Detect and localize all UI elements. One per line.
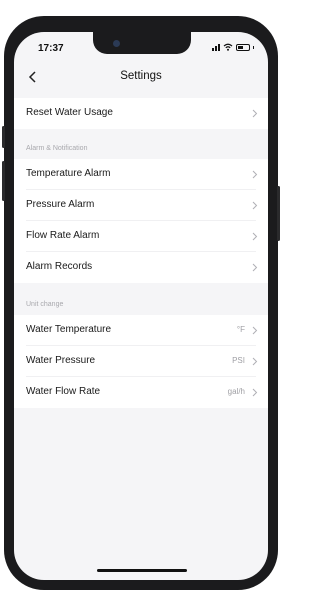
chevron-right-icon	[252, 232, 258, 241]
chevron-right-icon	[252, 388, 258, 397]
water-flow-rate-row[interactable]: Water Flow Rate gal/h	[14, 377, 268, 408]
alarm-records-row[interactable]: Alarm Records	[14, 252, 268, 283]
pressure-alarm-row[interactable]: Pressure Alarm	[14, 190, 268, 221]
side-button-left	[2, 126, 5, 148]
status-icons	[212, 43, 254, 51]
flow-rate-alarm-row[interactable]: Flow Rate Alarm	[14, 221, 268, 252]
row-value: PSI	[232, 356, 245, 365]
row-label: Flow Rate Alarm	[26, 230, 100, 241]
row-label: Water Temperature	[26, 324, 112, 335]
home-indicator	[97, 569, 187, 572]
page-title: Settings	[120, 70, 162, 82]
battery-cap	[253, 45, 254, 49]
status-time: 17:37	[38, 43, 64, 54]
section-header-unit: Unit change	[26, 301, 64, 308]
side-button-right	[277, 186, 280, 241]
row-label: Reset Water Usage	[26, 107, 113, 118]
section-header-alarm: Alarm & Notification	[26, 145, 88, 152]
chevron-right-icon	[252, 170, 258, 179]
side-button-left-2	[2, 161, 5, 201]
row-label: Water Pressure	[26, 355, 96, 366]
row-label: Alarm Records	[26, 261, 93, 272]
water-temperature-row[interactable]: Water Temperature °F	[14, 315, 268, 346]
row-label: Pressure Alarm	[26, 199, 95, 210]
wifi-icon	[223, 43, 233, 51]
chevron-right-icon	[252, 109, 258, 118]
reset-water-usage-row[interactable]: Reset Water Usage	[14, 98, 268, 129]
chevron-right-icon	[252, 263, 258, 272]
row-value: °F	[236, 325, 245, 334]
nav-bar: Settings	[14, 62, 268, 92]
temperature-alarm-row[interactable]: Temperature Alarm	[14, 159, 268, 190]
battery-icon	[236, 43, 250, 51]
chevron-right-icon	[252, 357, 258, 366]
screen: 17:37 Settings Reset Water Usage Alarm &…	[14, 32, 268, 580]
row-value: gal/h	[227, 387, 245, 396]
chevron-right-icon	[252, 201, 258, 210]
water-pressure-row[interactable]: Water Pressure PSI	[14, 346, 268, 377]
row-label: Temperature Alarm	[26, 168, 111, 179]
signal-icon	[212, 43, 220, 51]
row-label: Water Flow Rate	[26, 386, 101, 397]
status-bar: 17:37	[14, 32, 268, 62]
chevron-right-icon	[252, 326, 258, 335]
